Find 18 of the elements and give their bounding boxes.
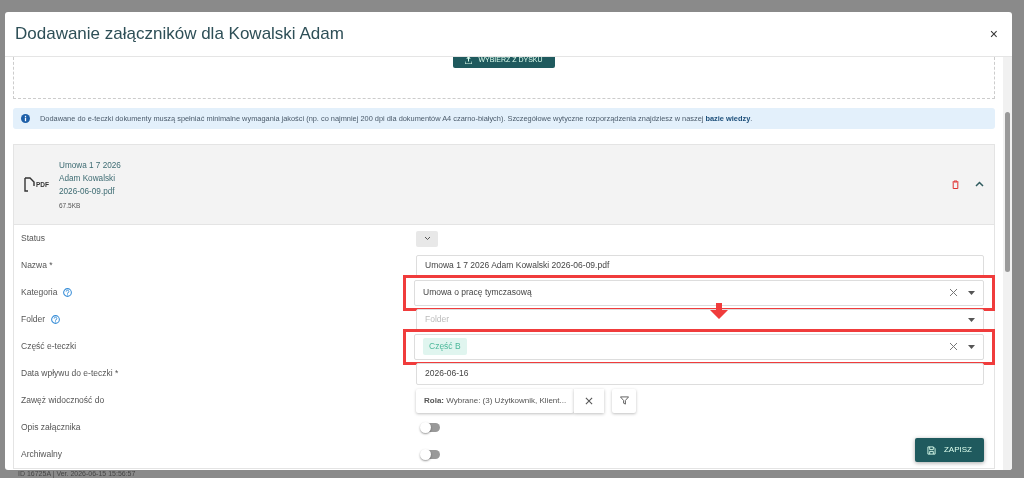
field-label: Opis załącznika [21,421,81,434]
text-field[interactable]: Umowa 1 7 2026 Adam Kowalski 2026-06-09.pdf [416,254,984,277]
tag: Część B [423,338,467,355]
select-field[interactable]: Umowa o pracę tymczasową [414,279,984,306]
close-button[interactable]: × [985,23,1002,45]
field-label: Zawęż widoczność do [21,394,105,407]
file-name: Umowa 1 7 2026 Adam Kowalski 2026-06-09.pdf [59,159,122,198]
dialog-title: Dodawanie załączników dla Kowalski Adam [15,23,344,46]
field-label: Status [21,232,46,245]
field-label: Kategoria [21,286,58,299]
field-label: Nazwa * [21,259,53,272]
save-button[interactable]: ZAPISZ [915,438,984,462]
field-label: Archiwalny [21,448,63,461]
field-label: Część e-teczki [21,340,77,353]
text-field[interactable]: 2026-06-16 [416,362,984,385]
field-label: Folder [21,313,46,326]
field-label: Data wpływu do e-teczki * [21,367,119,380]
role-filter-field[interactable]: Rola: Wybrane: (3) Użytkownik, Klient... [416,388,575,413]
